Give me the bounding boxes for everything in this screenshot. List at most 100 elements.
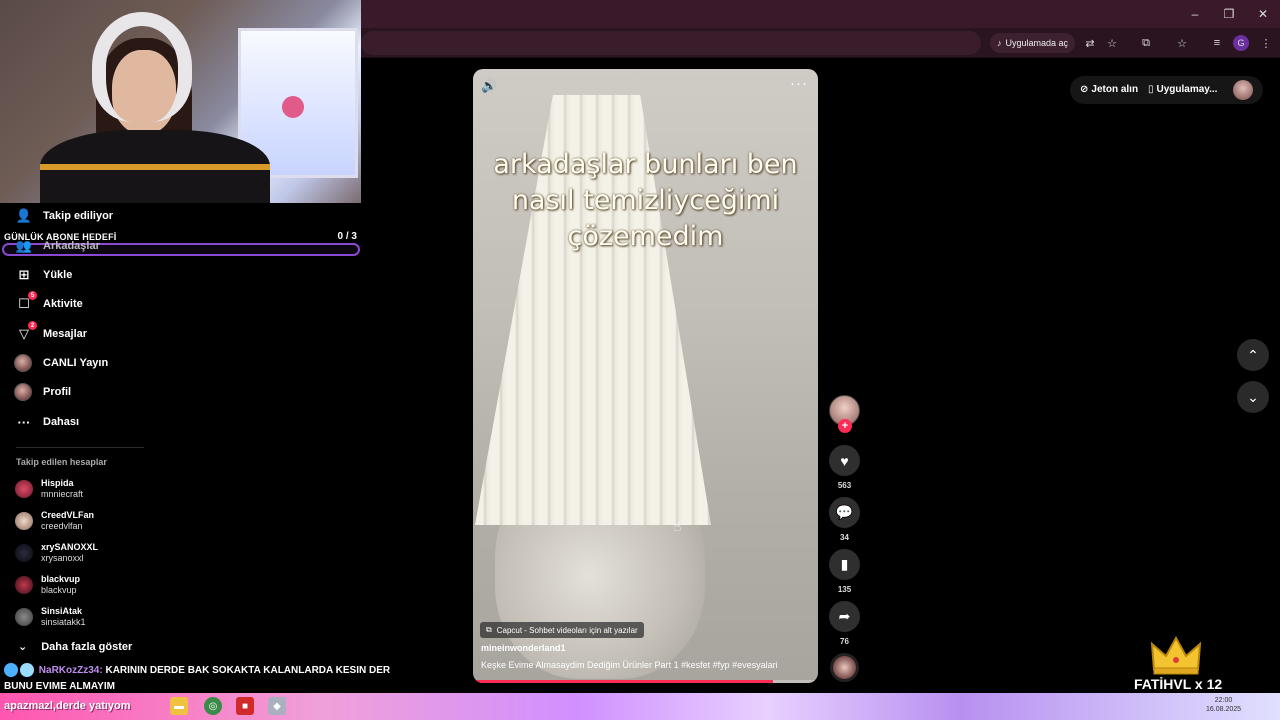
maximize-button[interactable]: ❐ (1212, 0, 1246, 28)
account-name: Hispida (41, 478, 74, 488)
capcut-label: Capcut - Sohbet videoları için alt yazıl… (496, 625, 638, 635)
account-name: xrySANOXXL (41, 542, 99, 552)
stream-chat-message: NaRKozZz34: KARININ DERDE BAK SOKAKTA KA… (4, 663, 404, 695)
goal-count: 0 / 3 (337, 231, 357, 242)
live-avatar (14, 354, 32, 372)
stream-ticker: apazmazl,derde yatıyom (4, 700, 131, 712)
messages-glyph: ▽ (19, 326, 29, 341)
account-name: SinsiAtak (41, 606, 83, 616)
show-more-button[interactable]: ⌄ Daha fazla göster (18, 640, 133, 654)
minimize-button[interactable]: – (1178, 0, 1212, 28)
get-app-label: Uygulamay... (1156, 84, 1218, 95)
next-video-button[interactable]: ⌄ (1237, 381, 1269, 413)
chat-username: NaRKozZz34: (38, 665, 103, 676)
app-icon[interactable]: ■ (236, 697, 254, 715)
nav-label: Mesajlar (43, 328, 88, 340)
following-account[interactable]: xrySANOXXL xrysanoxxl (15, 541, 98, 565)
video-player[interactable]: arkadaşlar bunları ben nasıl temizliyceğ… (473, 69, 818, 683)
get-coins-label: Jeton alın (1091, 84, 1139, 95)
open-in-app-label: Uygulamada aç (1005, 38, 1069, 48)
friends-icon: 👥 (15, 238, 33, 253)
like-count: 563 (837, 481, 852, 490)
more-options-icon[interactable]: ··· (790, 75, 808, 92)
nav-more[interactable]: ··· Dahası (16, 411, 80, 433)
caption-line: nasıl temizliyceğimi (511, 185, 780, 216)
capcut-chip[interactable]: ⧉ Capcut - Sohbet videoları için alt yaz… (480, 622, 644, 638)
account-handle: sinsiatakk1 (41, 617, 86, 627)
following-account[interactable]: Hispida mnniecraft (15, 477, 83, 501)
nav-activity[interactable]: ☐ 5 Aktivite (16, 291, 83, 315)
nav-messages[interactable]: ▽ 2 Mesajlar (16, 321, 88, 345)
chevron-up-icon: ⌃ (1247, 346, 1259, 363)
donor-label: FATİHVL x 12 (1134, 676, 1223, 692)
account-name: blackvup (41, 574, 81, 584)
music-disc-icon[interactable] (830, 653, 859, 682)
messages-badge: 2 (28, 321, 37, 330)
account-avatar (15, 608, 33, 626)
headphones (92, 12, 192, 122)
nav-live[interactable]: CANLI Yayın (14, 352, 108, 374)
clock-date: 16.08.2025 (1206, 706, 1242, 713)
nav-profile[interactable]: Profil (14, 381, 71, 403)
following-section-title: Takip edilen hesaplar (16, 457, 107, 467)
open-in-app-chip[interactable]: ♪ Uygulamada aç (990, 33, 1076, 53)
file-explorer-icon[interactable]: ▬ (170, 697, 188, 715)
following-account[interactable]: SinsiAtak sinsiatakk1 (15, 605, 86, 629)
chrome-icon[interactable]: ◎ (204, 697, 222, 715)
video-description: Keşke Evime Almasaydim Dediğim Ürünler P… (481, 660, 778, 670)
activity-badge: 5 (28, 291, 37, 300)
show-more-label: Daha fazla göster (41, 640, 133, 653)
nav-friends[interactable]: 👥 Arkadaşlar (16, 235, 100, 257)
messages-icon: ▽ 2 (16, 321, 37, 342)
nav-label: Profil (43, 386, 72, 398)
address-bar[interactable] (361, 31, 981, 55)
volume-icon[interactable]: 🔊 (481, 78, 497, 94)
following-icon: 👤 (15, 208, 33, 223)
favorites-icon[interactable]: ☆ (1172, 33, 1192, 53)
sidebar-divider (16, 447, 144, 448)
get-app-link[interactable]: ▯ Uygulamay... (1148, 84, 1217, 95)
nav-label: Aktivite (43, 298, 83, 310)
nav-label: Yükle (43, 269, 73, 281)
user-avatar[interactable] (1233, 80, 1253, 100)
comment-count: 34 (840, 533, 849, 542)
nav-upload[interactable]: ⊞ Yükle (16, 264, 73, 286)
nav-label: Dahası (43, 416, 80, 428)
nav-label: Arkadaşlar (43, 240, 100, 252)
extensions-icon[interactable]: ⧉ (1136, 33, 1156, 53)
account-handle: blackvup (41, 585, 77, 595)
translate-icon[interactable]: ⇄ (1080, 33, 1100, 53)
nav-following[interactable]: 👤 Takip ediliyor (16, 205, 113, 227)
chat-badge-icon (4, 663, 18, 678)
follow-plus-icon[interactable]: + (838, 419, 852, 433)
comment-icon: 💬 (835, 504, 854, 520)
save-count: 135 (837, 585, 852, 594)
nav-label: Takip ediliyor (43, 210, 114, 222)
window-controls: – ❐ ✕ (1178, 0, 1280, 28)
bookmark-star-icon[interactable]: ☆ (1102, 33, 1122, 53)
account-handle: mnniecraft (41, 489, 84, 499)
shield-icon[interactable]: ◆ (268, 697, 286, 715)
browser-menu-icon[interactable]: ⋮ (1256, 33, 1276, 53)
crown-icon (1150, 636, 1202, 675)
account-avatar (15, 576, 33, 594)
video-progress-bar[interactable] (473, 680, 818, 683)
previous-video-button[interactable]: ⌃ (1237, 339, 1269, 371)
reading-list-icon[interactable]: ≡ (1207, 33, 1227, 53)
more-icon: ··· (17, 414, 31, 430)
video-author[interactable]: mineinwonderland1 (481, 643, 566, 653)
taskbar-clock: 22:00 16.08.2025 (1206, 696, 1241, 714)
tiktok-icon: ♪ (997, 38, 1002, 48)
get-coins-link[interactable]: ⊘ Jeton alın (1080, 84, 1138, 95)
save-button[interactable]: ▮ (829, 549, 860, 580)
phone-icon: ▯ (1148, 84, 1154, 95)
following-account[interactable]: blackvup blackvup (15, 573, 80, 597)
following-account[interactable]: CreedVLFan creedvlfan (15, 509, 94, 533)
comment-button[interactable]: 💬 (829, 497, 860, 528)
caption-line: arkadaşlar bunları ben (493, 149, 798, 180)
like-button[interactable]: ♥ (829, 445, 860, 476)
close-button[interactable]: ✕ (1246, 0, 1280, 28)
chat-badge-icon (20, 663, 34, 678)
browser-profile-button[interactable]: G (1233, 35, 1249, 51)
share-button[interactable]: ➦ (829, 601, 860, 632)
